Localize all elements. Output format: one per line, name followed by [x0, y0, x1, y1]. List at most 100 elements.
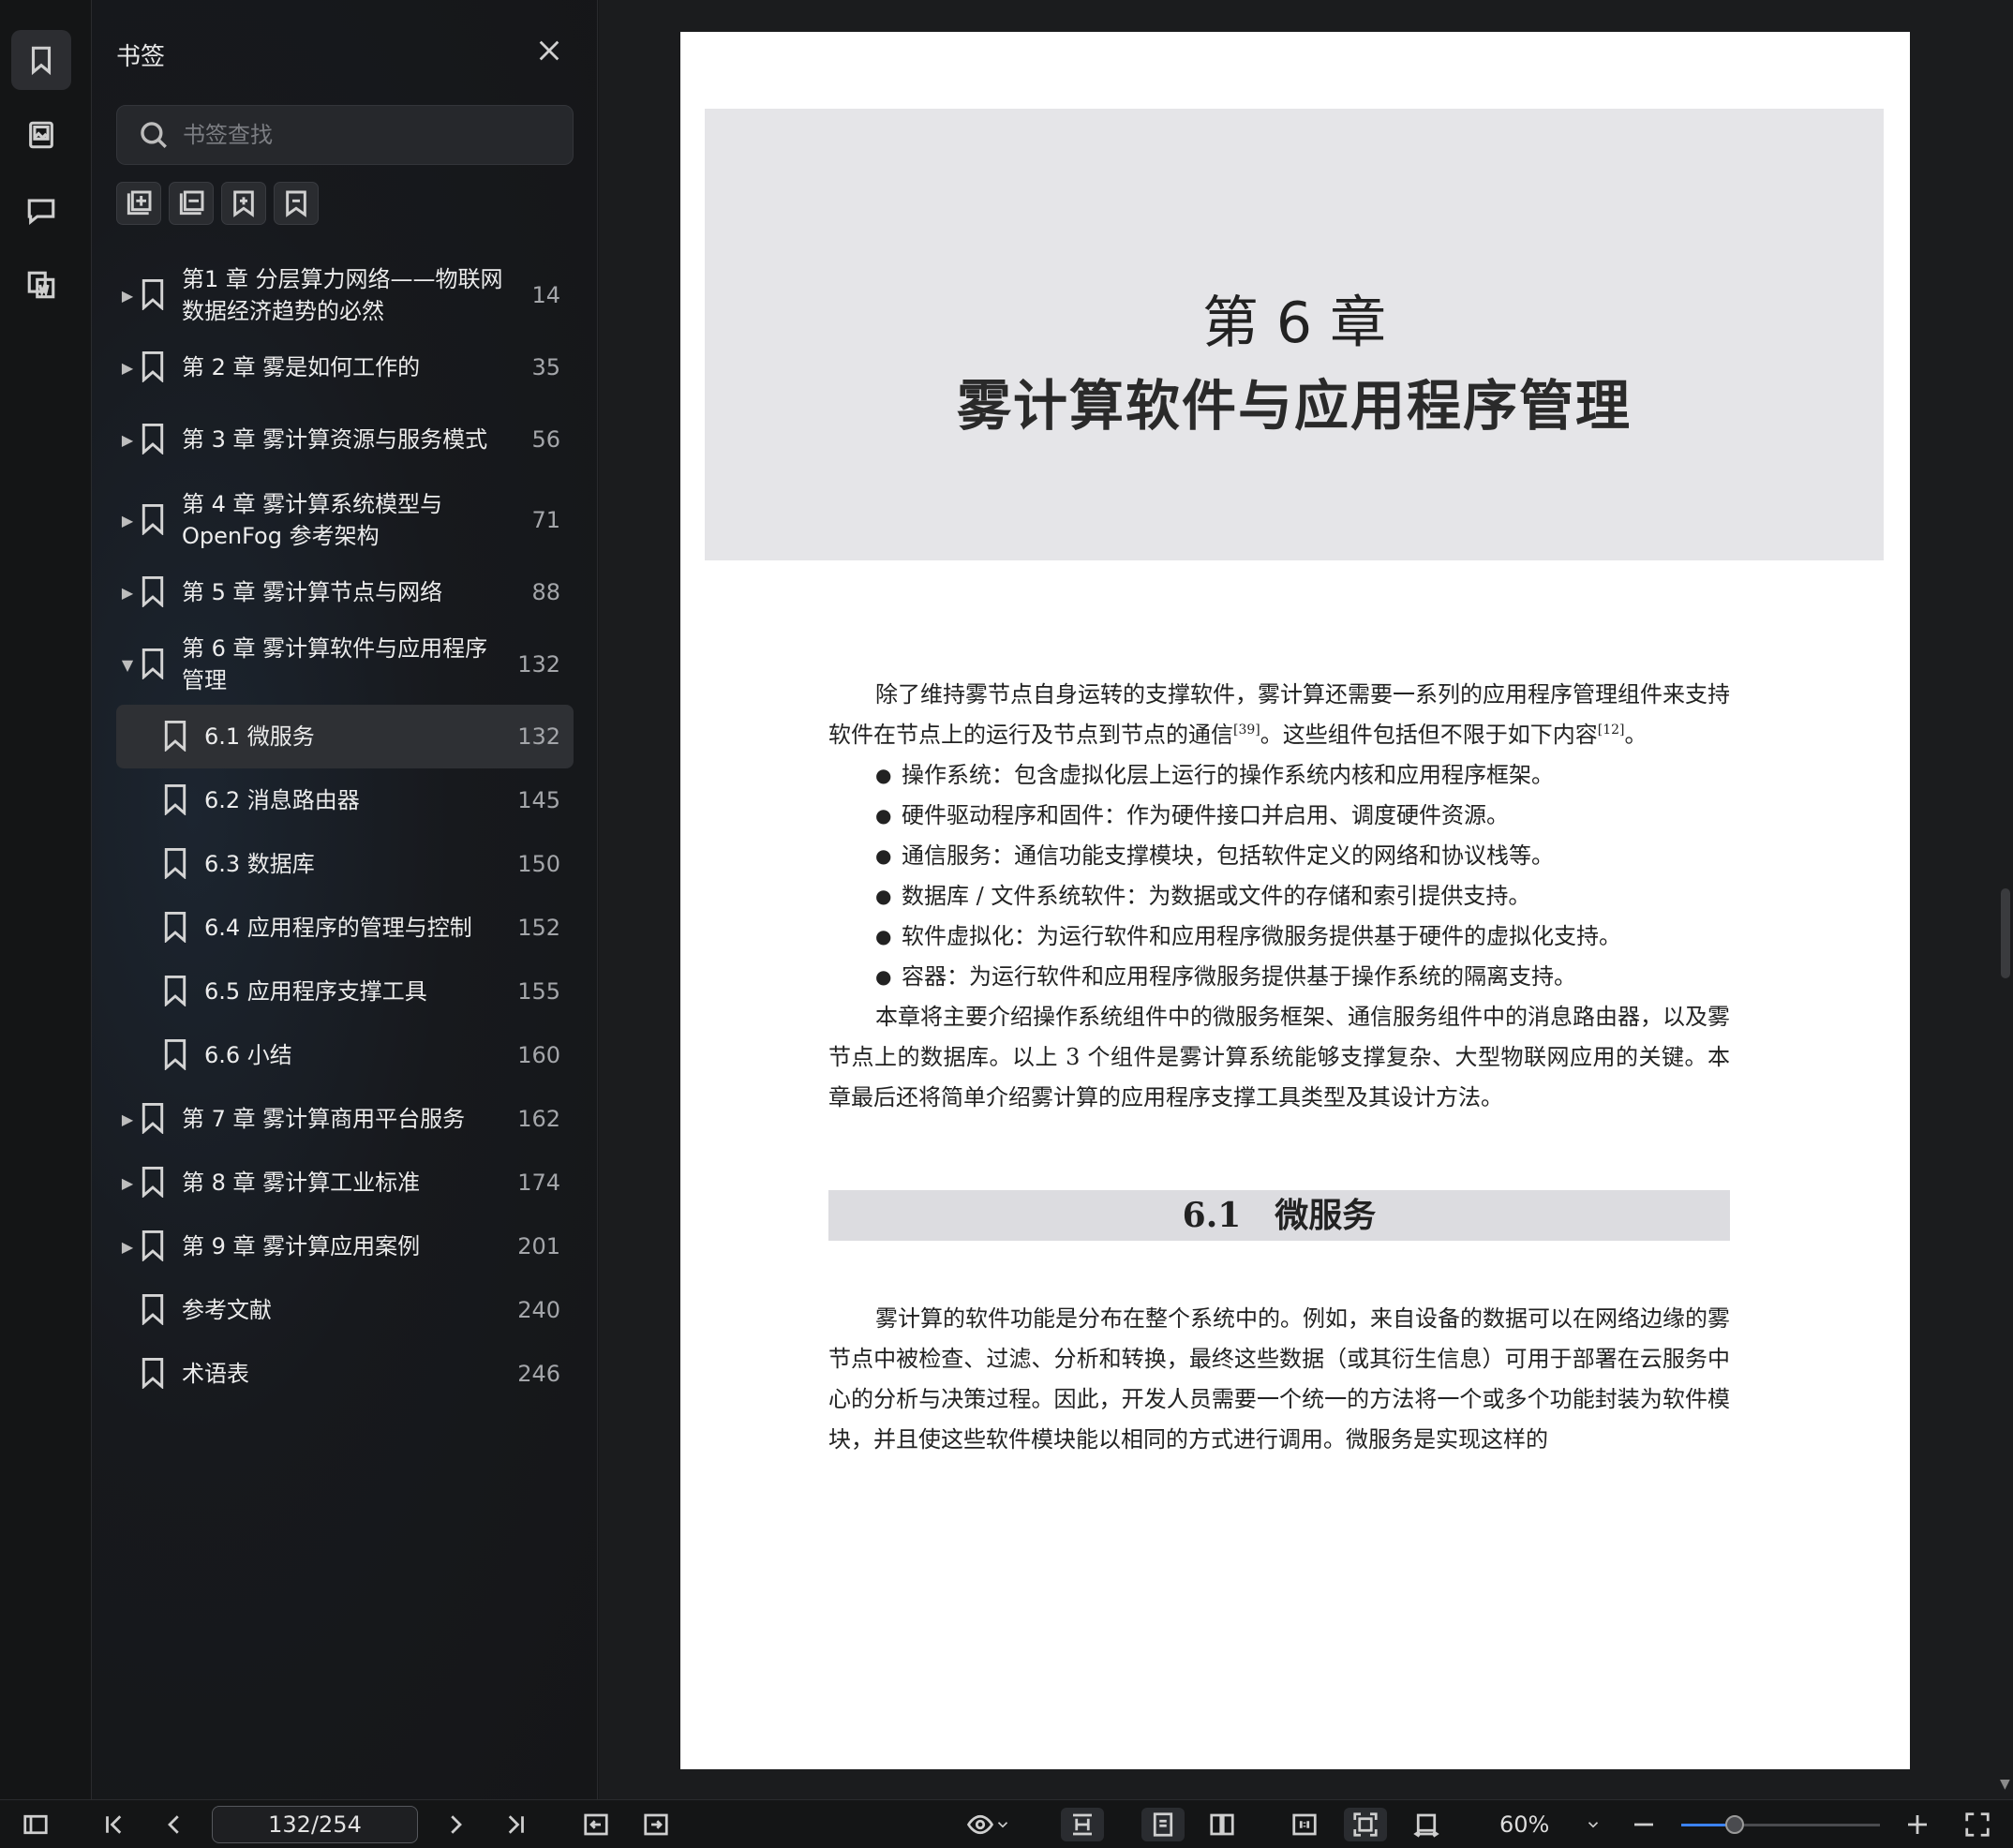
caret-right-icon[interactable]: ▶	[116, 1174, 139, 1192]
scroll-down-arrow[interactable]: ▼	[2000, 1777, 2010, 1792]
bookmark-icon	[161, 783, 193, 817]
page-number-input[interactable]: 132/254	[212, 1806, 418, 1843]
chevron-down-icon	[997, 1822, 1008, 1828]
bookmark-item[interactable]: 6.3 数据库 150	[116, 832, 574, 896]
bookmark-icon	[161, 975, 193, 1008]
caret-right-icon[interactable]: ▶	[116, 1110, 139, 1128]
next-page-button[interactable]	[439, 1808, 472, 1841]
bookmark-page-number: 14	[531, 282, 560, 308]
chapter-header: 第 6 章 雾计算软件与应用程序管理	[705, 109, 1884, 560]
chevron-down-icon	[1588, 1822, 1599, 1828]
caret-down-icon[interactable]: ▼	[116, 656, 139, 674]
remove-bookmark-icon	[286, 190, 306, 217]
back-button[interactable]	[579, 1808, 613, 1841]
caret-right-icon[interactable]: ▶	[116, 359, 139, 377]
caret-right-icon[interactable]: ▶	[116, 512, 139, 529]
bookmark-item[interactable]: ▶ 第 8 章 雾计算工业标准 174	[116, 1151, 574, 1215]
read-mode-dropdown[interactable]	[960, 1808, 1018, 1841]
close-panel-button[interactable]	[536, 37, 562, 64]
fit-page-button[interactable]	[1344, 1808, 1387, 1841]
bookmark-icon	[139, 1357, 171, 1391]
vertical-scrollbar[interactable]	[2001, 888, 2010, 978]
bullet-text: 数据库 / 文件系统软件：为数据或文件的存储和索引提供支持。	[902, 883, 1531, 909]
bookmark-icon	[31, 46, 52, 76]
bookmark-page-number: 88	[531, 579, 560, 605]
toggle-sidebar-button[interactable]	[19, 1808, 52, 1841]
bookmark-item[interactable]: ▼ 第 6 章 雾计算软件与应用程序管理 132	[116, 624, 574, 705]
zoom-slider[interactable]	[1681, 1815, 1880, 1834]
bookmark-item[interactable]: 6.1 微服务 132	[116, 705, 574, 768]
back-icon	[584, 1813, 608, 1836]
actual-size-icon	[1292, 1813, 1317, 1836]
bookmark-label: 6.5 应用程序支撑工具	[204, 978, 427, 1005]
bullet-text: 容器：为运行软件和应用程序微服务提供基于操作系统的隔离支持。	[902, 963, 1576, 990]
bookmark-item[interactable]: ▶ 第 5 章 雾计算节点与网络 88	[116, 560, 574, 624]
bullet-text: 软件虚拟化：为运行软件和应用程序微服务提供基于硬件的虚拟化支持。	[902, 923, 1621, 949]
zoom-dropdown[interactable]	[1580, 1808, 1606, 1841]
bookmark-item[interactable]: ▶ 第 3 章 雾计算资源与服务模式 56	[116, 399, 574, 480]
expand-all-button[interactable]	[116, 182, 161, 225]
bookmark-page-number: 246	[517, 1361, 560, 1387]
comments-rail-button[interactable]	[11, 180, 71, 240]
bookmark-icon	[161, 1038, 193, 1072]
bookmark-item[interactable]: ▶ 第 7 章 雾计算商用平台服务 162	[116, 1087, 574, 1151]
bookmark-page-number: 35	[531, 354, 560, 380]
collapse-all-button[interactable]	[169, 182, 214, 225]
forward-icon	[644, 1813, 668, 1836]
bookmark-item[interactable]: 6.5 应用程序支撑工具 155	[116, 960, 574, 1023]
zoom-slider-handle[interactable]	[1725, 1815, 1745, 1834]
bookmark-item[interactable]: 6.4 应用程序的管理与控制 152	[116, 896, 574, 960]
plus-icon	[1908, 1815, 1927, 1834]
delete-bookmark-button[interactable]	[274, 182, 319, 225]
bookmark-item[interactable]: 6.6 小结 160	[116, 1023, 574, 1087]
bookmark-item[interactable]: ▶ 第 4 章 雾计算系统模型与 OpenFog 参考架构 71	[116, 480, 574, 560]
fit-width-icon	[1413, 1813, 1439, 1838]
first-page-button[interactable]	[97, 1808, 131, 1841]
fit-width-button[interactable]	[1408, 1808, 1445, 1841]
caret-right-icon[interactable]: ▶	[116, 431, 139, 449]
section-heading: 6.1 微服务	[828, 1190, 1730, 1241]
bullet-item: 操作系统：包含虚拟化层上运行的操作系统内核和应用程序框架。	[828, 755, 1730, 796]
last-page-button[interactable]	[499, 1808, 532, 1841]
bookmark-item[interactable]: 6.2 消息路由器 145	[116, 768, 574, 832]
single-page-button[interactable]	[1141, 1808, 1185, 1841]
caret-right-icon[interactable]: ▶	[116, 287, 139, 305]
bookmark-label: 第1 章 分层算力网络——物联网数据经济趋势的必然	[182, 266, 503, 324]
actual-size-button[interactable]	[1286, 1808, 1323, 1841]
bookmark-item[interactable]: ▶ 第 9 章 雾计算应用案例 201	[116, 1215, 574, 1278]
double-page-button[interactable]	[1203, 1808, 1241, 1841]
caret-right-icon[interactable]: ▶	[116, 584, 139, 602]
bookmark-page-number: 152	[517, 915, 560, 941]
forward-button[interactable]	[639, 1808, 673, 1841]
bookmark-icon	[161, 911, 193, 945]
caret-right-icon[interactable]: ▶	[116, 1238, 139, 1256]
bookmark-item[interactable]: 术语表 246	[116, 1342, 574, 1406]
double-page-icon	[1210, 1813, 1234, 1836]
zoom-in-button[interactable]	[1901, 1808, 1934, 1841]
fullscreen-button[interactable]	[1961, 1808, 1994, 1841]
add-bookmark-button[interactable]	[221, 182, 266, 225]
intro-paragraph: 除了维持雾节点自身运转的支撑软件，雾计算还需要一系列的应用程序管理组件来支持软件…	[828, 675, 1730, 755]
search-icon	[141, 122, 167, 148]
bookmark-icon	[139, 1102, 171, 1136]
fit-height-button[interactable]	[1061, 1808, 1104, 1841]
thumbnails-rail-button[interactable]	[11, 105, 71, 165]
fullscreen-icon	[1965, 1812, 1990, 1837]
bookmark-page-number: 132	[517, 651, 560, 678]
word-convert-rail-button[interactable]	[11, 255, 71, 315]
panel-title: 书签	[116, 43, 166, 71]
bookmark-item[interactable]: 参考文献 240	[116, 1278, 574, 1342]
bookmark-panel: 书签 ▶ 第1 章 分层算力网络——物联网数据经济趋势的必然 14 ▶ 第 2 章 雾是…	[92, 0, 598, 1799]
bookmark-label: 6.6 小结	[204, 1042, 292, 1068]
bookmark-item[interactable]: ▶ 第1 章 分层算力网络——物联网数据经济趋势的必然 14	[116, 255, 574, 335]
bookmark-page-number: 201	[517, 1233, 560, 1259]
zoom-level[interactable]: 60%	[1499, 1808, 1549, 1841]
zoom-out-button[interactable]	[1627, 1808, 1661, 1841]
bookmark-page-number: 71	[531, 507, 560, 533]
bookmarks-rail-button[interactable]	[11, 30, 71, 90]
bookmark-page-number: 150	[517, 851, 560, 877]
prev-page-button[interactable]	[157, 1808, 191, 1841]
bookmark-search-input[interactable]	[183, 122, 558, 148]
bookmark-item[interactable]: ▶ 第 2 章 雾是如何工作的 35	[116, 335, 574, 399]
chevron-right-icon	[451, 1815, 462, 1834]
